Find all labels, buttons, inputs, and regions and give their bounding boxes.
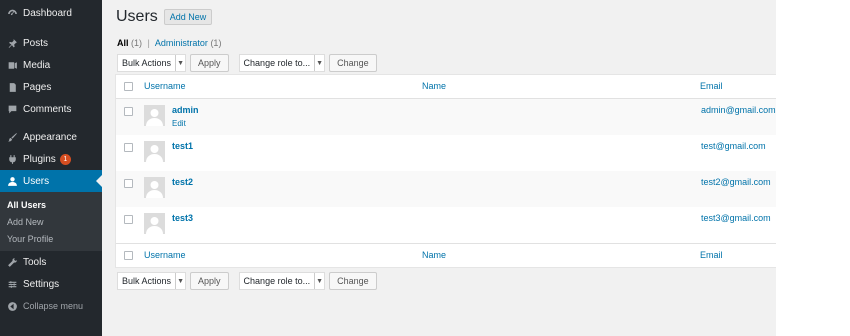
table-row: test1 test@gmail.com <box>116 135 776 171</box>
pages-icon <box>6 81 18 93</box>
submenu-item-add-new[interactable]: Add New <box>0 213 102 230</box>
add-new-button[interactable]: Add New <box>163 9 213 25</box>
row-checkbox[interactable] <box>124 179 133 188</box>
username-link[interactable]: test2 <box>172 177 193 187</box>
table-row: test2 test2@gmail.com <box>116 171 776 207</box>
email-link[interactable]: test2@gmail.com <box>701 177 771 187</box>
chevron-down-icon: ▼ <box>314 55 324 71</box>
table-row: admin Edit admin@gmail.com <box>116 99 776 135</box>
admin-sidebar: Dashboard Posts Media Pages Comments App… <box>0 0 102 336</box>
filter-all[interactable]: All <box>117 38 129 48</box>
column-username[interactable]: Username <box>144 250 186 260</box>
sidebar-item-label: Appearance <box>23 131 77 143</box>
media-icon <box>6 59 18 71</box>
sidebar-item-label: Pages <box>23 81 52 93</box>
sidebar-item-tools[interactable]: Tools <box>0 251 102 273</box>
page-title: Users <box>116 8 158 25</box>
bulk-actions-value: Bulk Actions <box>122 276 172 286</box>
email-link[interactable]: test@gmail.com <box>701 141 766 151</box>
change-role-select[interactable]: Change role to... ▼ <box>238 54 326 72</box>
table-row: test3 test3@gmail.com <box>116 207 776 243</box>
email-link[interactable]: admin@gmail.com <box>701 105 776 115</box>
sidebar-item-appearance[interactable]: Appearance <box>0 126 102 148</box>
filter-all-count: (1) <box>131 38 143 48</box>
dashboard-icon <box>6 7 18 19</box>
comments-icon <box>6 103 18 115</box>
users-submenu: All Users Add New Your Profile <box>0 192 102 251</box>
column-name[interactable]: Name <box>422 250 446 260</box>
sidebar-item-label: Settings <box>23 278 60 290</box>
sidebar-item-label: Posts <box>23 37 49 49</box>
row-checkbox[interactable] <box>124 215 133 224</box>
tablenav-bottom: Bulk Actions ▼ Apply Change role to... ▼… <box>117 272 377 290</box>
users-icon <box>6 175 18 187</box>
row-checkbox[interactable] <box>124 107 133 116</box>
select-all-checkbox[interactable] <box>124 251 133 260</box>
sidebar-item-users[interactable]: Users <box>0 170 102 192</box>
submenu-item-your-profile[interactable]: Your Profile <box>0 230 102 247</box>
sidebar-item-label: Media <box>23 59 51 71</box>
sidebar-item-media[interactable]: Media <box>0 54 102 76</box>
username-link[interactable]: test3 <box>172 213 193 223</box>
page-margin <box>776 0 850 336</box>
paintbrush-icon <box>6 131 18 143</box>
users-table: Username Name Email admin Edit admin@gma… <box>115 74 776 268</box>
plugins-icon <box>6 153 18 165</box>
table-header-row: Username Name Email <box>116 75 776 99</box>
column-username[interactable]: Username <box>144 81 186 91</box>
filter-administrator[interactable]: Administrator <box>155 38 208 48</box>
bulk-actions-select[interactable]: Bulk Actions ▼ <box>117 272 187 290</box>
change-role-value: Change role to... <box>243 58 311 68</box>
bulk-actions-value: Bulk Actions <box>122 58 172 68</box>
settings-icon <box>6 278 18 290</box>
chevron-down-icon: ▼ <box>175 273 185 289</box>
collapse-icon <box>6 300 18 312</box>
username-link[interactable]: test1 <box>172 141 193 151</box>
sidebar-item-pages[interactable]: Pages <box>0 76 102 98</box>
sidebar-item-label: Tools <box>23 256 47 268</box>
sidebar-item-label: Plugins <box>23 153 56 165</box>
bulk-actions-select[interactable]: Bulk Actions ▼ <box>117 54 187 72</box>
sidebar-item-posts[interactable]: Posts <box>0 32 102 54</box>
user-role-filters: All (1) | Administrator (1) <box>117 38 221 48</box>
column-name[interactable]: Name <box>422 81 446 91</box>
wrench-icon <box>6 256 18 268</box>
chevron-down-icon: ▼ <box>314 273 324 289</box>
chevron-down-icon: ▼ <box>175 55 185 71</box>
pushpin-icon <box>6 37 18 49</box>
collapse-menu-button[interactable]: Collapse menu <box>0 295 102 317</box>
tablenav-top: Bulk Actions ▼ Apply Change role to... ▼… <box>117 54 377 72</box>
change-role-value: Change role to... <box>243 276 311 286</box>
avatar <box>144 141 165 162</box>
submenu-item-all-users[interactable]: All Users <box>0 196 102 213</box>
row-checkbox[interactable] <box>124 143 133 152</box>
sidebar-item-comments[interactable]: Comments <box>0 98 102 120</box>
filter-separator: | <box>147 38 150 48</box>
username-link[interactable]: admin <box>172 105 199 115</box>
table-footer-row: Username Name Email <box>116 243 776 267</box>
edit-user-link[interactable]: Edit <box>172 119 186 128</box>
avatar <box>144 213 165 234</box>
change-role-button[interactable]: Change <box>329 272 377 290</box>
sidebar-item-label: Users <box>23 175 50 187</box>
sidebar-item-label: Comments <box>23 103 72 115</box>
avatar <box>144 177 165 198</box>
change-role-select[interactable]: Change role to... ▼ <box>238 272 326 290</box>
email-link[interactable]: test3@gmail.com <box>701 213 771 223</box>
column-email[interactable]: Email <box>700 81 723 91</box>
sidebar-item-dashboard[interactable]: Dashboard <box>0 2 102 24</box>
filter-administrator-count: (1) <box>210 38 222 48</box>
sidebar-item-settings[interactable]: Settings <box>0 273 102 295</box>
apply-button[interactable]: Apply <box>190 272 229 290</box>
update-count-badge: 1 <box>59 153 71 165</box>
change-role-button[interactable]: Change <box>329 54 377 72</box>
select-all-checkbox[interactable] <box>124 82 133 91</box>
column-email[interactable]: Email <box>700 250 723 260</box>
sidebar-item-plugins[interactable]: Plugins 1 <box>0 148 102 170</box>
collapse-menu-label: Collapse menu <box>23 301 84 311</box>
apply-button[interactable]: Apply <box>190 54 229 72</box>
sidebar-item-label: Dashboard <box>23 7 72 19</box>
avatar <box>144 105 165 126</box>
page-header: Users Add New <box>116 8 213 26</box>
